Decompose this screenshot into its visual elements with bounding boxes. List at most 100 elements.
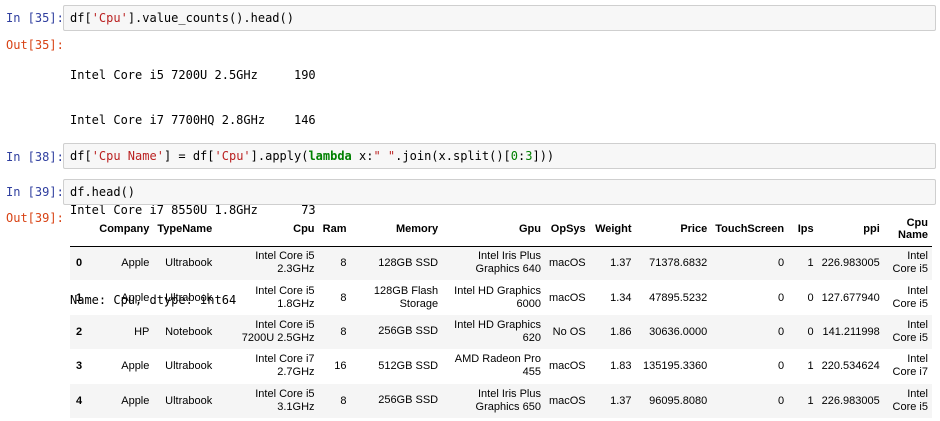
- table-cell: 1.37: [610, 394, 632, 407]
- table-cell: Intel Core i5 1.8GHz: [255, 284, 315, 310]
- code-token: ].apply(: [250, 149, 309, 163]
- table-row: 1 Apple Ultrabook Intel Core i5 1.8GHz 8…: [70, 280, 932, 314]
- table-cell: Intel Core i5: [892, 387, 928, 413]
- output-prompt: Out[39]:: [6, 211, 64, 225]
- table-cell: Intel Core i5: [892, 284, 928, 310]
- table-cell: 512GB SSD: [378, 359, 439, 372]
- code-token: .join(x.split()[: [395, 149, 511, 163]
- table-cell: 8: [340, 394, 347, 407]
- table-cell: 127.677940: [821, 291, 880, 304]
- table-cell: 0: [777, 360, 785, 373]
- input-prompt: In [38]:: [6, 150, 64, 164]
- table-cell: 0: [807, 291, 814, 304]
- table-cell: 96095.8080: [649, 394, 708, 407]
- row-index: 1: [76, 291, 83, 304]
- table-cell: Intel Iris Plus Graphics 650: [475, 387, 541, 413]
- table-cell: 0: [777, 257, 785, 270]
- table-cell: Intel Core i5: [892, 318, 928, 344]
- table-cell: 226.983005: [821, 394, 880, 407]
- table-cell: HP: [134, 325, 150, 338]
- table-cell: Intel Core i7: [892, 353, 928, 379]
- table-cell: Ultrabook: [165, 257, 213, 270]
- table-cell: Apple: [121, 360, 150, 373]
- table-cell: 1.34: [610, 291, 632, 304]
- table-cell: Intel Core i5 7200U 2.5GHz: [241, 318, 315, 344]
- column-header: TouchScreen: [711, 212, 789, 247]
- code-token: 'Cpu': [91, 11, 128, 25]
- code-input[interactable]: df['Cpu'].value_counts().head(): [63, 5, 936, 31]
- column-header: OpSys: [544, 212, 590, 247]
- table-cell: 1.37: [610, 257, 632, 270]
- table-cell: 141.211998: [822, 325, 880, 338]
- input-prompt: In [35]:: [6, 11, 64, 25]
- row-index: 2: [76, 325, 83, 338]
- table-cell: 71378.6832: [649, 257, 708, 270]
- table-cell: 256GB SSD: [378, 394, 439, 407]
- column-header: Cpu Name: [883, 212, 932, 247]
- column-header: [70, 212, 96, 247]
- code-token: df.head(): [70, 185, 136, 199]
- table-cell: 8: [340, 325, 347, 338]
- code-input[interactable]: df['Cpu Name'] = df['Cpu'].apply(lambda …: [63, 143, 936, 169]
- table-header-row: Company TypeName Cpu Ram Memory Gpu OpSy…: [70, 212, 932, 247]
- table-cell: 47895.5232: [649, 291, 708, 304]
- table-cell: 0: [777, 325, 785, 338]
- code-token: " ": [373, 149, 396, 163]
- table-row: 0 Apple Ultrabook Intel Core i5 2.3GHz 8…: [70, 246, 932, 281]
- code-token: ] = df[: [163, 149, 215, 163]
- table-cell: Intel Iris Plus Graphics 640: [475, 250, 541, 276]
- table-cell: No OS: [552, 325, 586, 338]
- output-line: Intel Core i5 7200U 2.5GHz 190: [70, 68, 316, 82]
- code-token: 'Cpu': [214, 149, 251, 163]
- table-cell: 1: [807, 257, 814, 270]
- code-token: ])): [532, 149, 555, 163]
- table-cell: 1: [807, 394, 814, 407]
- table-cell: Intel Core i5: [892, 250, 928, 276]
- row-index: 4: [76, 394, 83, 407]
- dataframe-table: Company TypeName Cpu Ram Memory Gpu OpSy…: [70, 212, 932, 418]
- column-header: Company: [95, 212, 154, 247]
- table-row: 2 HP Notebook Intel Core i5 7200U 2.5GHz…: [70, 314, 932, 350]
- table-cell: 0: [777, 291, 785, 304]
- output-prompt: Out[35]:: [6, 38, 64, 52]
- table-cell: Ultrabook: [165, 360, 213, 373]
- table-cell: Apple: [121, 394, 150, 407]
- code-input[interactable]: df.head(): [63, 179, 936, 205]
- code-token: x:: [351, 149, 374, 163]
- column-header: Ram: [318, 212, 351, 247]
- table-cell: 256GB SSD: [378, 325, 439, 338]
- table-cell: 226.983005: [821, 257, 880, 270]
- row-index: 3: [76, 360, 83, 373]
- column-header: Price: [635, 212, 712, 247]
- column-header: Memory: [350, 212, 443, 247]
- code-token: 'Cpu Name': [91, 149, 164, 163]
- table-cell: Intel Core i5 3.1GHz: [255, 387, 315, 413]
- code-token: 0: [510, 149, 518, 163]
- table-cell: 1.86: [610, 325, 632, 338]
- table-cell: 1: [807, 360, 814, 373]
- table-row: 4 Apple Ultrabook Intel Core i5 3.1GHz 8…: [70, 383, 932, 418]
- code-token: ].value_counts().head(): [127, 11, 294, 25]
- table-cell: macOS: [548, 360, 586, 373]
- input-prompt: In [39]:: [6, 185, 64, 199]
- table-cell: Intel HD Graphics 6000: [454, 284, 541, 310]
- output-line: Intel Core i7 7700HQ 2.8GHz 146: [70, 113, 316, 127]
- table-cell: Notebook: [165, 325, 213, 338]
- code-token: lambda: [308, 149, 352, 163]
- column-header: TypeName: [153, 212, 217, 247]
- column-header: Gpu: [442, 212, 545, 247]
- table-cell: macOS: [548, 257, 586, 270]
- table-row: 3 Apple Ultrabook Intel Core i7 2.7GHz 1…: [70, 349, 932, 383]
- table-cell: 16: [334, 360, 347, 373]
- table-cell: 1.83: [610, 360, 632, 373]
- table-cell: 8: [340, 257, 347, 270]
- table-cell: Intel Core i5 2.3GHz: [255, 250, 315, 276]
- row-index: 0: [76, 257, 83, 270]
- table-cell: 0: [777, 394, 785, 407]
- table-cell: Apple: [121, 257, 150, 270]
- code-token: df[: [70, 11, 92, 25]
- column-header: ppi: [817, 212, 884, 247]
- table-cell: 128GB SSD: [378, 256, 439, 269]
- table-cell: 0: [807, 325, 814, 338]
- table-cell: 8: [340, 291, 347, 304]
